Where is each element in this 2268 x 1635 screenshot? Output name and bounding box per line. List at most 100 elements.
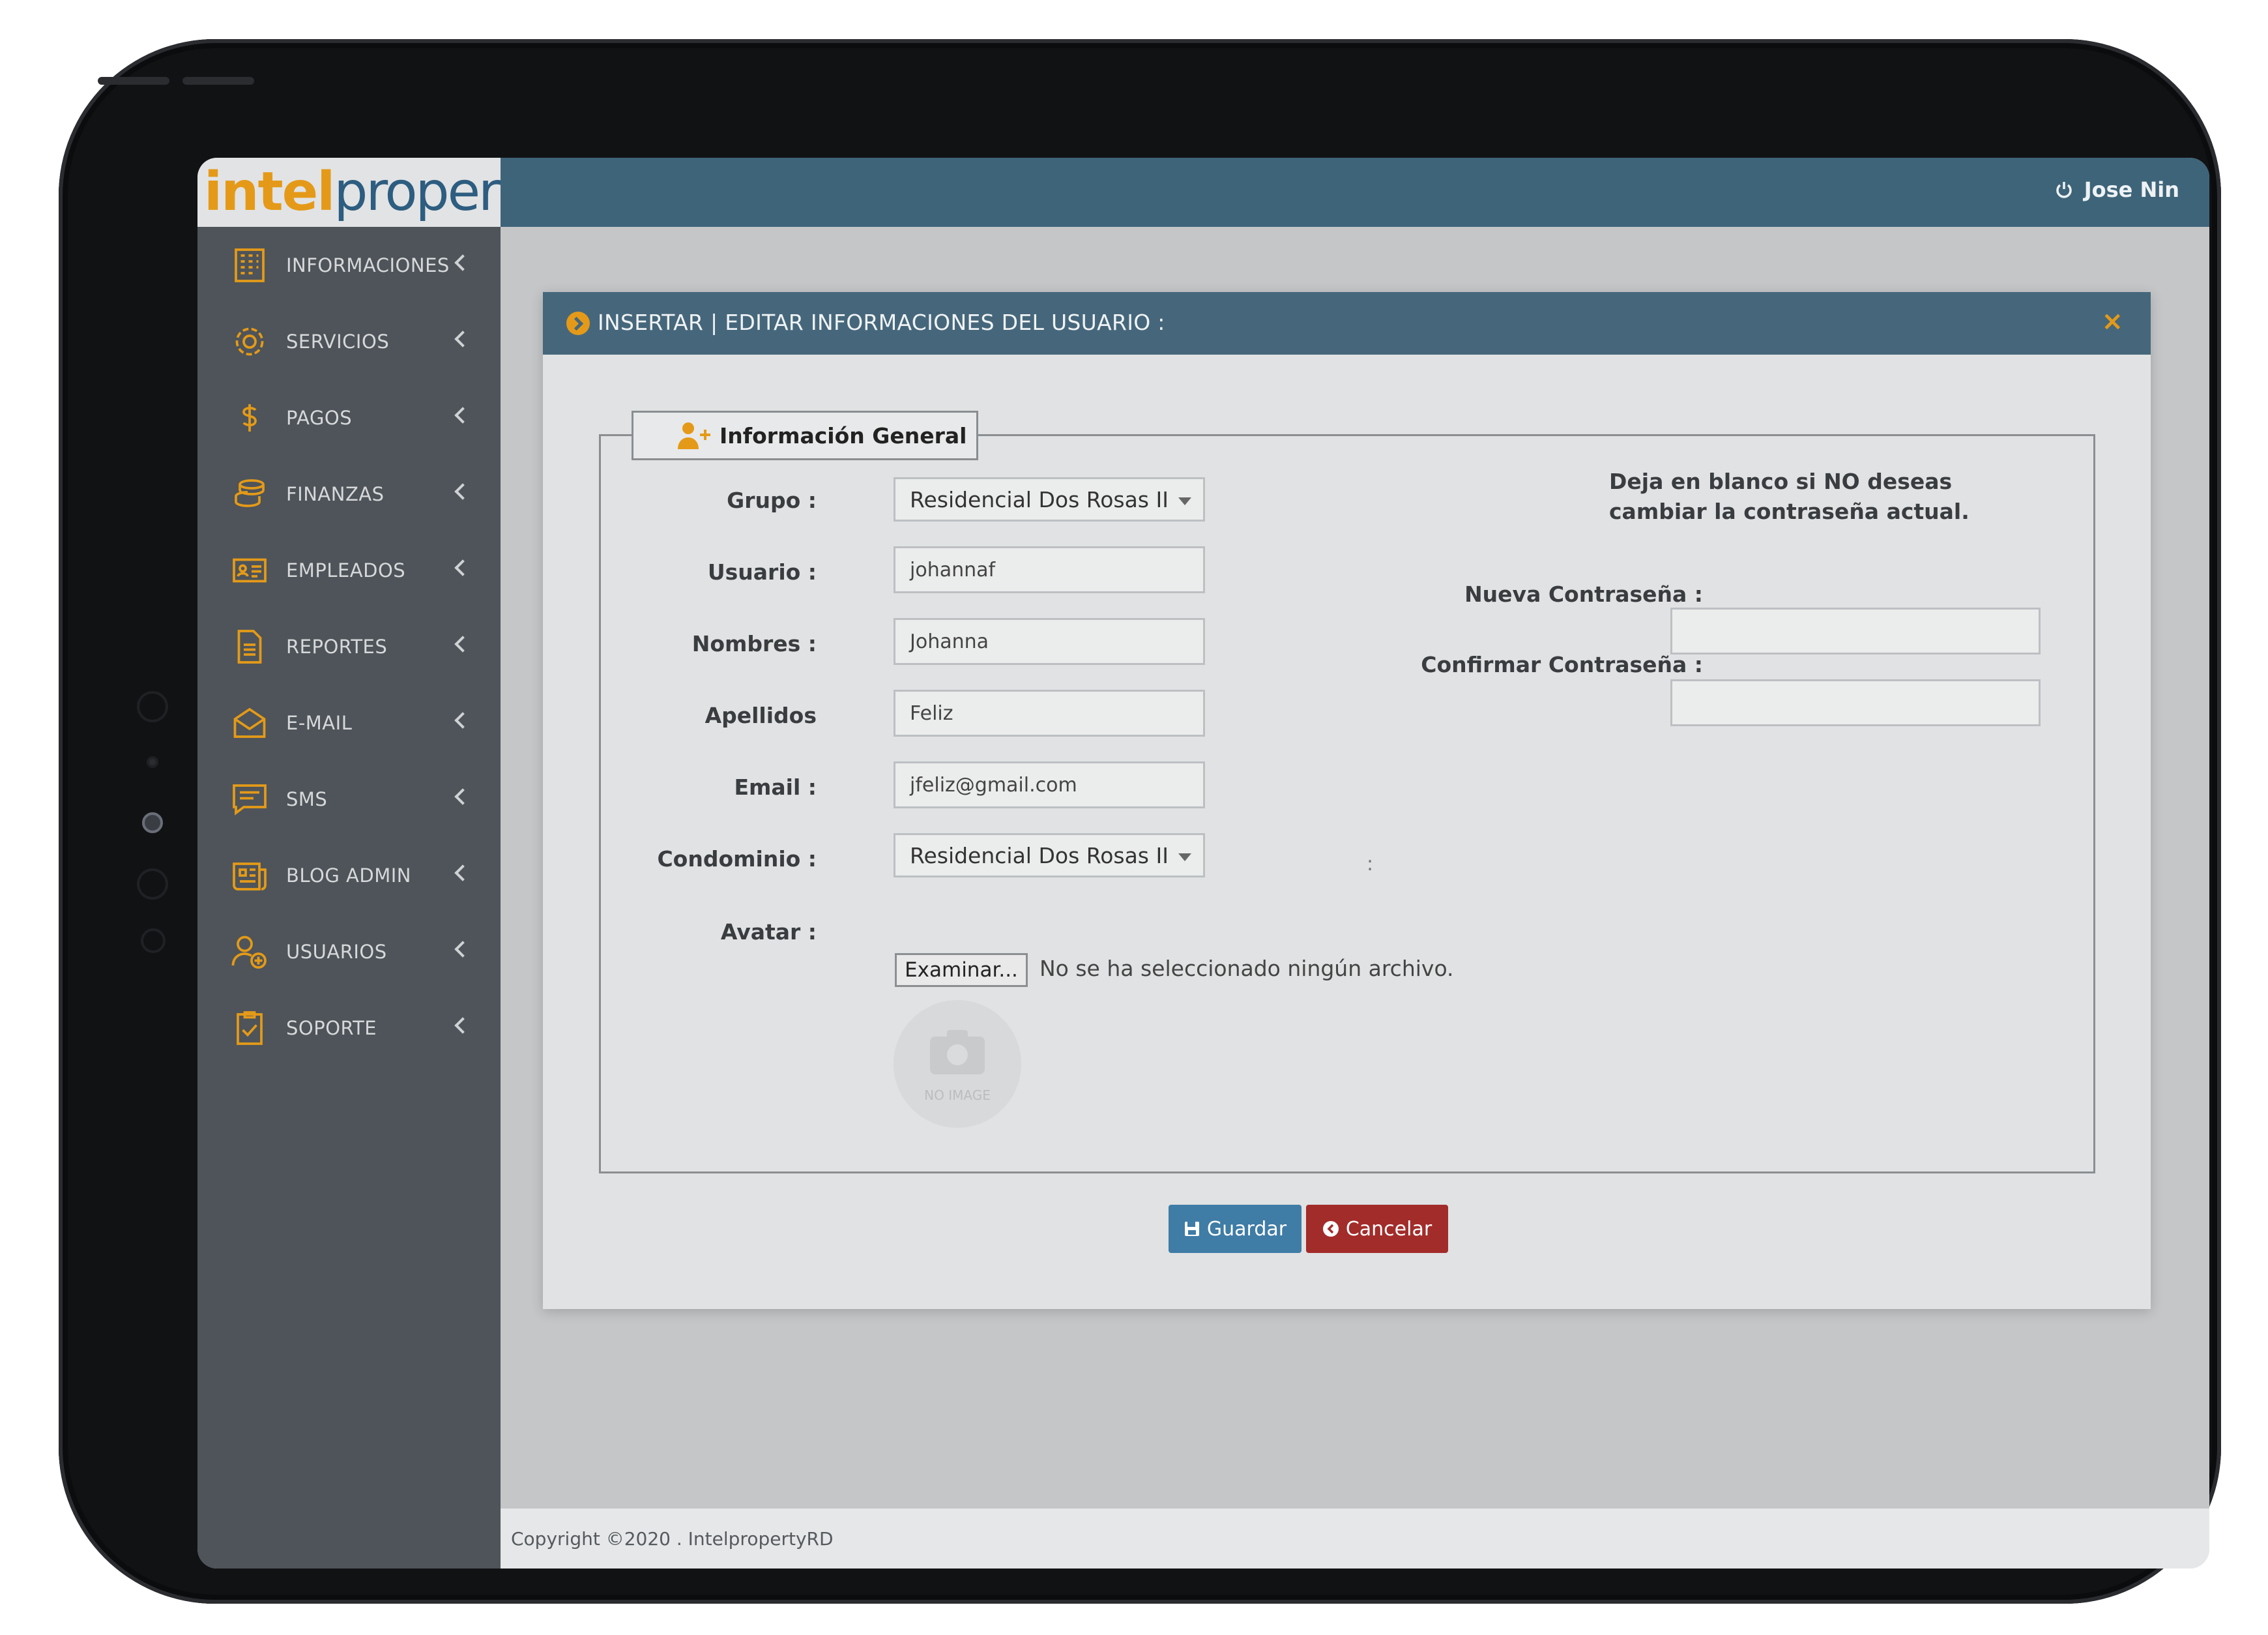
chevron-left-icon bbox=[454, 788, 471, 805]
caret-down-icon bbox=[1178, 853, 1191, 861]
sidebar-menu: INFORMACIONES SERVICIOS PAGOS FINANZAS E… bbox=[197, 227, 501, 1066]
dialog-header: INSERTAR | EDITAR INFORMACIONES DEL USUA… bbox=[543, 292, 2151, 355]
chevron-left-icon bbox=[454, 483, 471, 500]
usuario-input[interactable]: johannaf bbox=[894, 546, 1205, 593]
newspaper-icon bbox=[233, 862, 267, 891]
chevron-left-icon bbox=[454, 559, 471, 576]
sidebar-item-label: USUARIOS bbox=[286, 940, 387, 963]
power-icon bbox=[2056, 182, 2072, 198]
browse-button[interactable]: Examinar... bbox=[895, 953, 1028, 987]
camera-ring bbox=[137, 868, 168, 900]
grupo-selected-value: Residencial Dos Rosas II bbox=[910, 486, 1169, 512]
chevron-left-icon bbox=[454, 636, 471, 653]
email-label: Email : bbox=[734, 774, 817, 800]
chevron-left-icon bbox=[454, 941, 471, 958]
sidebar-item-soporte[interactable]: SOPORTE bbox=[197, 990, 501, 1066]
nombres-input[interactable]: Johanna bbox=[894, 618, 1205, 665]
avatar-label: Avatar : bbox=[720, 919, 817, 945]
dialog-title: INSERTAR | EDITAR INFORMACIONES DEL USUA… bbox=[598, 310, 1165, 335]
save-button[interactable]: Guardar bbox=[1169, 1205, 1301, 1253]
chevron-left-icon bbox=[454, 254, 471, 271]
dollar-icon bbox=[242, 404, 257, 432]
camera-icon bbox=[930, 1030, 985, 1074]
add-user-icon bbox=[678, 422, 710, 449]
sidebar-item-usuarios[interactable]: USUARIOS bbox=[197, 913, 501, 990]
stray-colon: : bbox=[1367, 853, 1374, 876]
sidebar-item-label: FINANZAS bbox=[286, 482, 385, 505]
condominio-select[interactable]: Residencial Dos Rosas II bbox=[894, 833, 1205, 877]
footer: Copyright ©2020 . IntelpropertyRD bbox=[501, 1509, 2209, 1569]
arrow-right-circle-icon bbox=[566, 312, 590, 335]
camera-lens bbox=[142, 812, 163, 833]
user-edit-dialog: INSERTAR | EDITAR INFORMACIONES DEL USUA… bbox=[543, 292, 2151, 1309]
nueva-contrasena-input[interactable] bbox=[1670, 608, 2041, 655]
coins-icon bbox=[235, 479, 265, 507]
avatar-placeholder: NO IMAGE bbox=[894, 1000, 1021, 1128]
condominio-selected-value: Residencial Dos Rosas II bbox=[910, 842, 1169, 868]
condominio-label: Condominio : bbox=[657, 846, 817, 872]
sidebar-item-sms[interactable]: SMS bbox=[197, 761, 501, 837]
id-card-icon bbox=[233, 558, 267, 582]
building-icon bbox=[235, 248, 265, 282]
camera-dot bbox=[147, 756, 158, 768]
password-hint: Deja en blanco si NO deseas cambiar la c… bbox=[1609, 469, 1970, 524]
document-icon bbox=[237, 629, 262, 664]
floppy-icon bbox=[1184, 1222, 1199, 1236]
general-info-fieldset bbox=[599, 434, 2095, 1173]
sidebar-item-blog-admin[interactable]: BLOG ADMIN bbox=[197, 837, 501, 913]
arrow-left-circle-icon bbox=[1322, 1221, 1339, 1237]
save-label: Guardar bbox=[1206, 1217, 1287, 1241]
sidebar-item-label: SERVICIOS bbox=[286, 330, 390, 353]
usuario-label: Usuario : bbox=[707, 559, 817, 585]
apellidos-input[interactable]: Feliz bbox=[894, 690, 1205, 737]
cancel-label: Cancelar bbox=[1345, 1217, 1432, 1241]
app-screen: intel property INFORMACIONES SERVICIOS PA… bbox=[197, 158, 2209, 1569]
sidebar-item-finanzas[interactable]: FINANZAS bbox=[197, 456, 501, 532]
chevron-left-icon bbox=[454, 407, 471, 424]
top-bar: Jose Nin bbox=[501, 158, 2209, 227]
grupo-select[interactable]: Residencial Dos Rosas II bbox=[894, 477, 1205, 522]
nombres-label: Nombres : bbox=[691, 631, 817, 656]
sidebar-item-informaciones[interactable]: INFORMACIONES bbox=[197, 227, 501, 303]
envelope-icon bbox=[233, 707, 266, 738]
tablet-button bbox=[182, 77, 254, 85]
chevron-left-icon bbox=[454, 1017, 471, 1034]
tablet-frame: intel property INFORMACIONES SERVICIOS PA… bbox=[59, 39, 2221, 1604]
legend-title: Información General bbox=[720, 422, 967, 449]
sidebar-item-label: E-MAIL bbox=[286, 711, 353, 734]
general-info-legend: Información General bbox=[632, 411, 978, 460]
sidebar-item-label: PAGOS bbox=[286, 406, 353, 429]
message-icon bbox=[233, 784, 267, 816]
confirmar-contrasena-input[interactable] bbox=[1670, 679, 2041, 726]
sidebar-item-reportes[interactable]: REPORTES bbox=[197, 608, 501, 685]
email-input[interactable]: jfeliz@gmail.com bbox=[894, 761, 1205, 808]
add-user-icon bbox=[231, 935, 267, 969]
camera-ring bbox=[137, 691, 168, 722]
chevron-left-icon bbox=[454, 331, 471, 347]
sidebar-item-label: SMS bbox=[286, 788, 328, 810]
user-menu[interactable]: Jose Nin bbox=[2054, 177, 2179, 202]
grupo-label: Grupo : bbox=[727, 488, 817, 513]
sidebar-item-label: REPORTES bbox=[286, 635, 388, 658]
clipboard-check-icon bbox=[237, 1010, 263, 1045]
nueva-contrasena-label: Nueva Contraseña : bbox=[1464, 582, 1703, 607]
sidebar-item-label: BLOG ADMIN bbox=[286, 864, 411, 887]
sidebar-item-servicios[interactable]: SERVICIOS bbox=[197, 303, 501, 379]
caret-down-icon bbox=[1178, 497, 1191, 505]
copyright-text: Copyright ©2020 . IntelpropertyRD bbox=[511, 1528, 834, 1550]
user-name: Jose Nin bbox=[2084, 177, 2179, 202]
camera-ring bbox=[141, 928, 166, 953]
brand-logo[interactable]: intel property bbox=[197, 158, 549, 227]
confirmar-contrasena-label: Confirmar Contraseña : bbox=[1421, 652, 1703, 677]
sidebar-item-email[interactable]: E-MAIL bbox=[197, 685, 501, 761]
close-icon[interactable]: × bbox=[2101, 306, 2123, 336]
gear-icon bbox=[235, 327, 264, 355]
no-file-text: No se ha seleccionado ningún archivo. bbox=[1040, 956, 1454, 981]
apellidos-label: Apellidos bbox=[705, 703, 817, 728]
sidebar: intel property INFORMACIONES SERVICIOS PA… bbox=[197, 158, 549, 1569]
no-image-text: NO IMAGE bbox=[924, 1087, 991, 1103]
sidebar-item-pagos[interactable]: PAGOS bbox=[197, 379, 501, 456]
sidebar-item-empleados[interactable]: EMPLEADOS bbox=[197, 532, 501, 608]
cancel-button[interactable]: Cancelar bbox=[1306, 1205, 1448, 1253]
chevron-left-icon bbox=[454, 712, 471, 729]
